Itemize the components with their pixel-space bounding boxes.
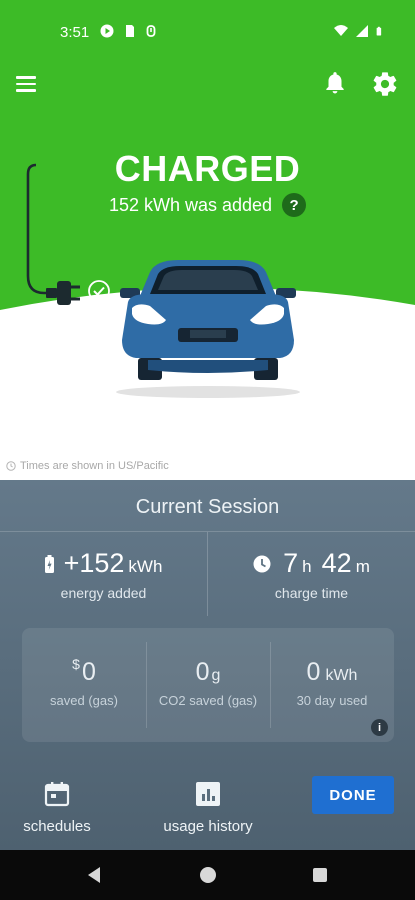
help-icon[interactable]: ?	[282, 193, 307, 217]
charge-time-minutes: 42	[321, 548, 352, 578]
bell-icon[interactable]	[322, 70, 348, 96]
info-icon[interactable]: i	[371, 719, 388, 736]
clock-outline-icon	[6, 461, 16, 471]
thirty-day-used-value: 0	[306, 658, 321, 686]
usage-history-button[interactable]: usage history	[158, 780, 258, 835]
system-nav-bar	[0, 850, 415, 900]
usb-debug-icon	[146, 25, 156, 37]
app-bar	[0, 64, 415, 104]
current-session-panel: Current Session +152 kWh energy added 7 …	[0, 480, 415, 850]
thirty-day-used-unit: kWh	[325, 667, 358, 684]
savings-money-value: 0	[81, 658, 96, 686]
sim-card-icon	[126, 25, 134, 37]
charge-time-hours: 7	[283, 548, 299, 578]
charge-time-minutes-unit: m	[355, 557, 370, 576]
status-bar: 3:51	[0, 0, 415, 64]
gear-icon[interactable]	[371, 70, 399, 98]
timezone-note-text: Times are shown in US/Pacific	[20, 460, 169, 472]
bar-chart-icon	[196, 782, 220, 806]
nav-home-icon[interactable]	[200, 867, 216, 883]
status-icons-left	[100, 24, 158, 38]
charge-time-stat: 7 h 42 m charge time	[208, 480, 415, 601]
battery-icon	[376, 26, 382, 36]
cell-signal-icon	[356, 25, 368, 37]
status-icons-right	[334, 24, 385, 38]
co2-saved-unit: g	[211, 667, 221, 684]
co2-saved-value: 0	[195, 658, 210, 686]
schedules-label: schedules	[23, 818, 91, 835]
done-button[interactable]: DONE	[312, 776, 394, 814]
check-circle-icon	[88, 280, 110, 302]
savings-money-label: saved (gas)	[50, 693, 118, 708]
media-play-icon	[100, 24, 114, 38]
energy-added-text: 152 kWh was added	[108, 194, 273, 215]
co2-saved-label: CO2 saved (gas)	[158, 693, 258, 708]
clock-icon	[253, 555, 271, 572]
thirty-day-used-label: 30 day used	[296, 693, 368, 708]
battery-charging-icon	[44, 554, 54, 573]
thirty-day-used-stat: 0 kWh 30 day used	[270, 644, 394, 728]
co2-saved-stat: 0g CO2 saved (gas)	[146, 644, 270, 728]
savings-money-prefix: $	[72, 656, 80, 672]
energy-added-value: +152	[63, 548, 125, 578]
calendar-icon	[44, 782, 70, 807]
timezone-note: Times are shown in US/Pacific	[6, 460, 169, 472]
charge-time-label: charge time	[274, 585, 349, 601]
savings-money-stat: $0 saved (gas)	[22, 644, 146, 728]
nav-recents-icon[interactable]	[313, 868, 327, 882]
energy-added-stat: +152 kWh energy added	[0, 480, 207, 601]
energy-added-label: energy added	[60, 585, 147, 601]
hero-section: 3:51 CHARGED 152 kWh was added ? Times a…	[0, 0, 415, 480]
car-illustration	[116, 260, 300, 398]
savings-card: $0 saved (gas) 0g CO2 saved (gas) 0 kWh 3…	[22, 628, 394, 742]
hamburger-menu-icon[interactable]	[16, 70, 44, 98]
energy-added-unit: kWh	[128, 557, 163, 576]
wifi-icon	[334, 25, 348, 36]
usage-history-label: usage history	[163, 818, 253, 835]
nav-back-icon[interactable]	[86, 866, 102, 884]
charge-time-hours-unit: h	[302, 557, 312, 576]
schedules-button[interactable]: schedules	[20, 780, 94, 835]
status-time: 3:51	[60, 24, 90, 41]
